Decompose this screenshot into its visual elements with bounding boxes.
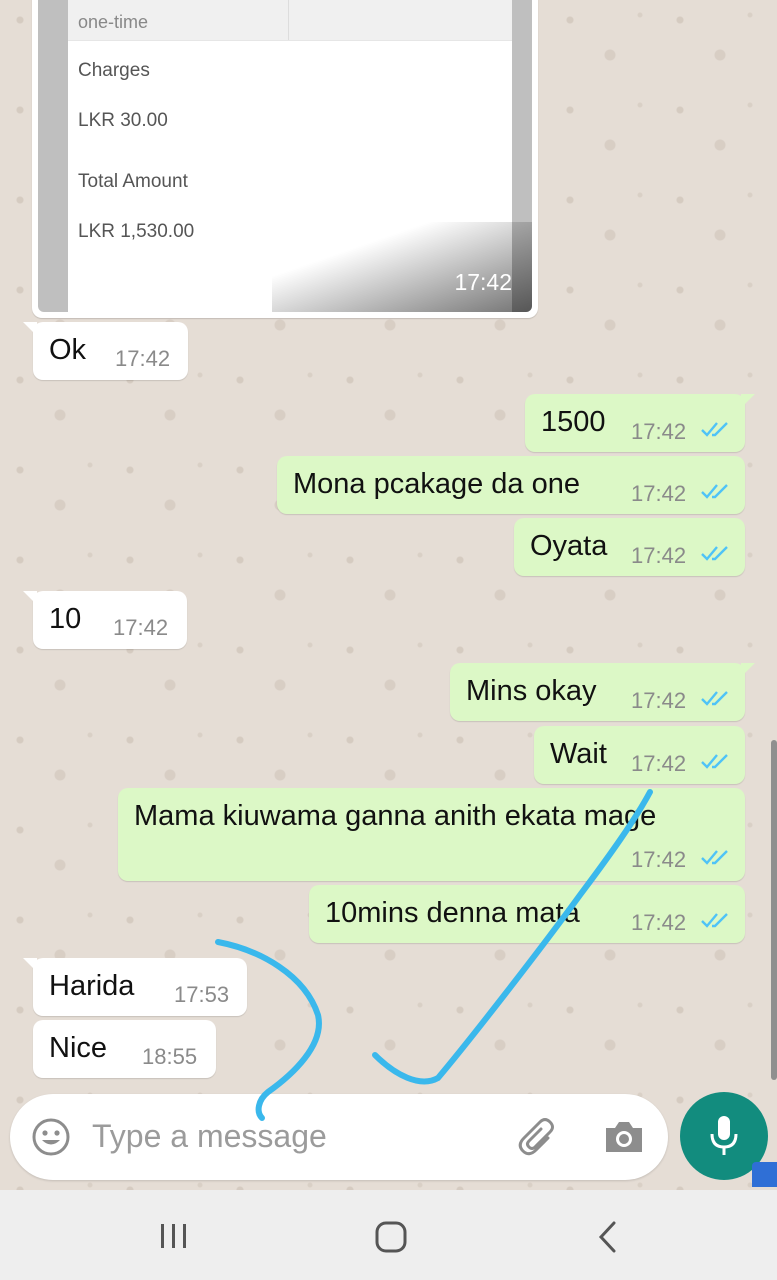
message-outgoing[interactable]: Mins okay 17:42: [450, 663, 755, 721]
message-text: Mins okay: [466, 675, 597, 707]
receipt-top-value: one-time: [78, 12, 149, 32]
receipt-image: one-time Charges LKR 30.00 Total Amount …: [38, 0, 532, 312]
message-outgoing[interactable]: 10mins denna mata 17:42: [309, 885, 745, 943]
navigation-bar: [0, 1190, 777, 1280]
message-time: 17:42: [115, 346, 171, 371]
message-time: 17:42: [631, 543, 687, 568]
receipt-header-row: one-time: [68, 0, 512, 41]
message-outgoing[interactable]: Wait 17:42: [534, 726, 745, 784]
message-outgoing[interactable]: Oyata 17:42: [514, 518, 745, 576]
double-check-icon: [701, 913, 728, 928]
message-time: 17:42: [631, 419, 687, 444]
message-text: Mona pcakage da one: [293, 468, 580, 500]
microphone-icon: [710, 1116, 738, 1155]
home-icon[interactable]: [374, 1220, 408, 1254]
chat-area[interactable]: one-time Charges LKR 30.00 Total Amount …: [0, 0, 777, 1190]
double-check-icon: [701, 422, 728, 437]
charges-value: LKR 30.00: [78, 110, 168, 131]
double-check-icon: [701, 691, 728, 706]
recent-apps-icon[interactable]: [158, 1222, 190, 1250]
message-time: 17:42: [631, 847, 687, 872]
message-input[interactable]: Type a message: [92, 1118, 327, 1155]
message-outgoing[interactable]: 1500 17:42: [525, 394, 755, 452]
back-icon[interactable]: [596, 1220, 620, 1254]
image-timestamp: 17:42: [454, 269, 512, 295]
message-text: Wait: [550, 738, 607, 770]
image-message[interactable]: one-time Charges LKR 30.00 Total Amount …: [32, 0, 538, 318]
scroll-indicator[interactable]: [771, 740, 777, 1080]
message-text: Ok: [49, 334, 87, 366]
message-incoming[interactable]: Ok 17:42: [23, 322, 188, 380]
message-text: Nice: [49, 1032, 108, 1064]
message-time: 17:42: [631, 910, 687, 935]
message-time: 17:42: [631, 481, 687, 506]
message-text: 1500: [541, 406, 606, 438]
emoji-icon[interactable]: [30, 1116, 72, 1158]
message-text: 10mins denna mata: [325, 897, 580, 929]
total-label: Total Amount: [78, 171, 188, 192]
message-incoming[interactable]: Nice 18:55: [33, 1020, 216, 1078]
message-text: Mama kiuwama ganna anith ekata mage: [134, 800, 657, 832]
double-check-icon: [701, 754, 728, 769]
message-composer[interactable]: Type a message: [10, 1094, 668, 1180]
double-check-icon: [701, 850, 728, 865]
corner-badge-icon: [752, 1162, 777, 1187]
message-time: 18:55: [142, 1044, 198, 1069]
message-text: 10: [49, 603, 82, 635]
camera-icon[interactable]: [602, 1116, 646, 1158]
paperclip-icon[interactable]: [518, 1116, 560, 1158]
message-time: 17:42: [631, 751, 687, 776]
message-time: 17:53: [174, 982, 230, 1007]
message-outgoing[interactable]: Mama kiuwama ganna anith ekata mage 17:4…: [118, 788, 745, 881]
total-value: LKR 1,530.00: [78, 221, 195, 242]
message-text: Harida: [49, 970, 135, 1002]
double-check-icon: [701, 546, 728, 561]
message-incoming[interactable]: 10 17:42: [23, 591, 187, 649]
message-outgoing[interactable]: Mona pcakage da one 17:42: [277, 456, 745, 514]
message-incoming[interactable]: Harida 17:53: [23, 958, 247, 1016]
double-check-icon: [701, 484, 728, 499]
message-time: 17:42: [631, 688, 687, 713]
charges-label: Charges: [78, 60, 150, 81]
message-time: 17:42: [113, 615, 169, 640]
message-text: Oyata: [530, 530, 608, 562]
